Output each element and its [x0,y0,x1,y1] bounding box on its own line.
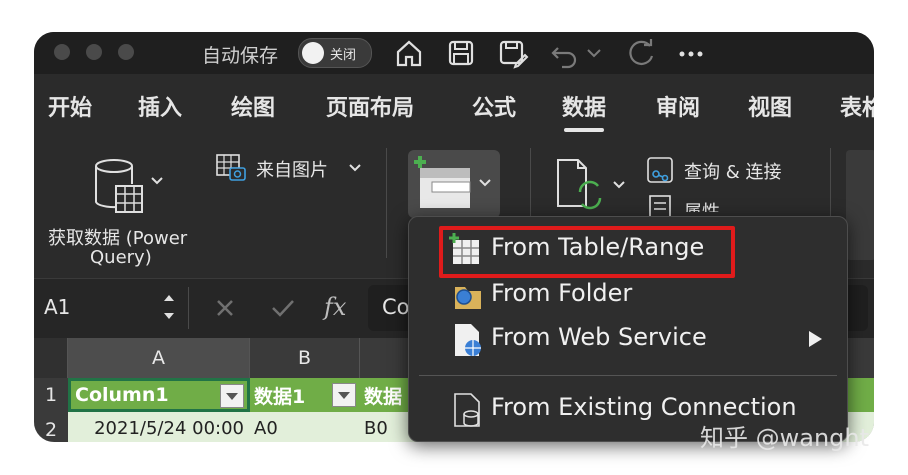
ribbon-separator [386,148,387,258]
menu-item-label: From Existing Connection [491,393,797,421]
select-all-corner[interactable] [34,338,68,378]
name-box-stepper[interactable] [162,289,176,325]
get-data-label-line2: Query) [90,247,152,268]
menu-divider [419,375,837,376]
cell-a1-text: Column1 [75,384,169,406]
tab-formulas[interactable]: 公式 [472,90,516,122]
cell-a2[interactable]: 2021/5/24 00:00 [68,412,250,442]
from-picture-label: 来自图片 [256,160,328,181]
tab-review[interactable]: 审阅 [656,90,700,122]
undo-icon[interactable] [548,36,582,70]
home-icon[interactable] [392,36,426,70]
highlight-box [439,226,735,278]
ribbon-overflow [846,150,874,260]
tab-home[interactable]: 开始 [48,90,92,122]
menu-item-label: From Web Service [491,323,707,351]
refresh-all-button[interactable] [552,156,632,220]
autosave-toggle[interactable]: 关闭 [298,38,372,68]
close-window-button[interactable] [54,44,70,60]
queries-connections-label: 查询 & 连接 [684,162,782,183]
confirm-icon[interactable] [270,297,296,319]
minimize-window-button[interactable] [86,44,102,60]
redo-icon[interactable] [624,36,658,70]
cell-b2[interactable]: A0 [250,412,360,442]
row-header-1[interactable]: 1 [34,378,68,412]
divider [188,287,189,329]
menu-item-from-web-service[interactable]: From Web Service [409,317,847,363]
picture-table-icon [216,154,246,182]
tab-page-layout[interactable]: 页面布局 [326,90,414,122]
web-document-icon [447,320,487,360]
menu-item-from-folder[interactable]: From Folder [409,273,847,317]
autosave-label: 自动保存 [202,45,279,67]
queries-connections-icon [646,156,676,186]
tab-draw[interactable]: 绘图 [231,90,275,122]
row-header-2[interactable]: 2 [34,412,68,442]
zoom-window-button[interactable] [118,44,134,60]
menu-item-label: From Folder [491,279,633,307]
title-bar: 自动保存 关闭 [34,32,874,74]
cell-c1-text: 数据 [364,386,403,408]
tab-table[interactable]: 表格 [840,90,874,122]
save-as-icon[interactable] [496,36,530,70]
tab-insert[interactable]: 插入 [138,90,182,122]
cancel-icon[interactable] [214,297,236,319]
tab-view[interactable]: 视图 [748,90,792,122]
column-header-b[interactable]: B [250,338,360,378]
cell-b1-text: 数据1 [254,386,306,408]
properties-label: 属性 [684,198,728,212]
autosave-state: 关闭 [330,48,357,63]
cell-a2-text: 2021/5/24 00:00 [94,418,244,439]
save-icon[interactable] [444,36,478,70]
more-icon[interactable] [674,36,708,70]
cell-a1[interactable]: Column1 [68,378,250,412]
from-table-dropdown-button[interactable] [408,150,500,218]
function-icon[interactable]: fx [324,293,346,321]
filter-dropdown-icon[interactable] [220,384,244,408]
toggle-knob [302,42,324,64]
tab-data[interactable]: 数据 [562,90,606,132]
formula-content: Co [382,295,410,319]
submenu-arrow-icon [805,329,825,349]
filter-dropdown-icon[interactable] [332,383,356,407]
chevron-down-icon[interactable] [584,36,604,70]
chevron-down-icon [348,160,362,174]
new-table-icon [414,156,491,208]
cell-b1[interactable]: 数据1 [250,378,360,412]
database-table-icon [86,156,166,216]
refresh-icon [557,159,625,210]
name-box[interactable]: A1 [44,295,70,319]
column-header-a[interactable]: A [68,338,250,378]
connection-document-icon [447,390,487,430]
cell-b2-text: A0 [254,418,278,439]
ribbon-tabs: 开始 插入 绘图 页面布局 公式 数据 审阅 视图 表格 [34,90,874,132]
folder-icon [447,275,487,315]
watermark-text: 知乎 @wanght [700,424,870,452]
cell-c2-text: B0 [364,418,388,439]
